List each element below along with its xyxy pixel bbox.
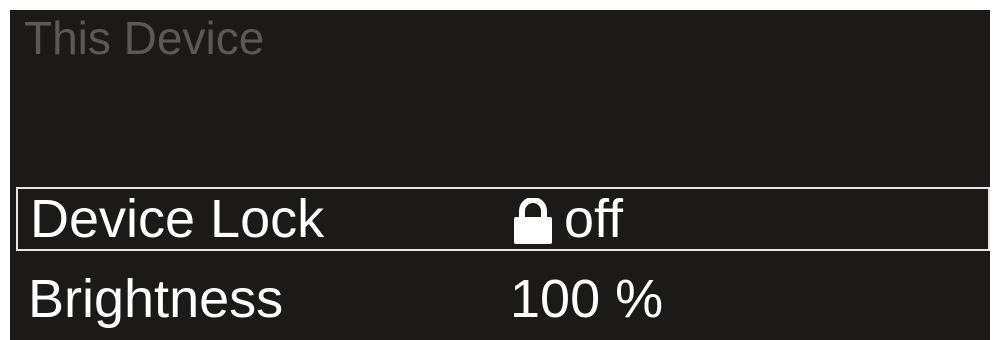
menu-item-brightness[interactable]: Brightness 100 % bbox=[16, 267, 990, 331]
menu-item-label: Device Lock bbox=[30, 189, 325, 249]
brightness-value: 100 % bbox=[510, 269, 664, 329]
lock-icon bbox=[512, 198, 554, 244]
page-title: This Device bbox=[24, 12, 265, 64]
menu-item-value: off bbox=[512, 189, 623, 249]
device-lock-status: off bbox=[564, 189, 624, 249]
menu-item-label: Brightness bbox=[28, 269, 284, 329]
device-screen: This Device Device Lock off Brightness 1… bbox=[10, 10, 990, 340]
menu-item-device-lock[interactable]: Device Lock off bbox=[16, 187, 990, 251]
